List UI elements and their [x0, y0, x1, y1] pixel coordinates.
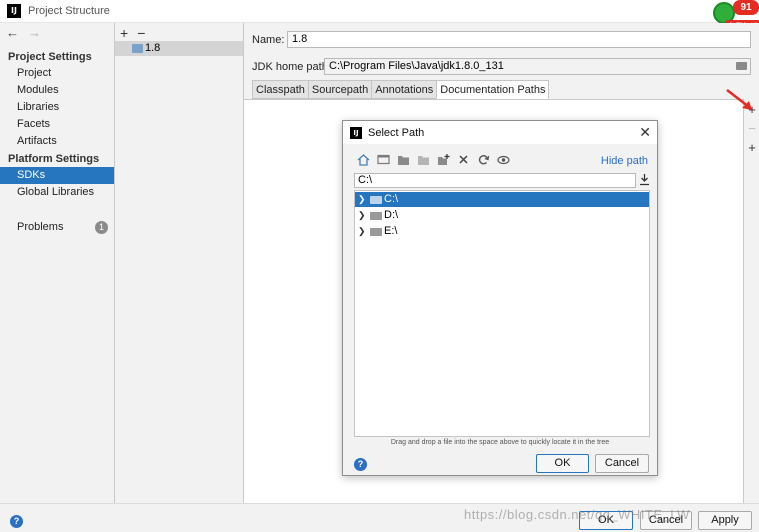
desktop-icon[interactable] [377, 154, 390, 166]
jdk-home-path-value: C:\Program Files\Java\jdk1.8.0_131 [329, 60, 504, 72]
window-titlebar: IJ Project Structure [0, 0, 759, 23]
dialog-intellij-icon: IJ [350, 126, 362, 139]
sdk-list-pane: + − 1.8 [115, 23, 244, 503]
jdk-folder-icon [132, 44, 143, 53]
refresh-icon[interactable] [477, 154, 490, 166]
nav-item-problems[interactable]: Problems 1 [0, 219, 114, 236]
dialog-toolbar [357, 154, 510, 166]
specify-url-button[interactable]: + [748, 141, 756, 155]
intellij-logo-icon: IJ [7, 4, 21, 18]
tree-row-label: E:\ [384, 225, 398, 237]
sdk-toolbar: + − [120, 25, 145, 41]
dialog-titlebar: IJ Select Path ✕ [343, 121, 657, 144]
close-icon[interactable]: ✕ [639, 124, 651, 141]
nav-item-project[interactable]: Project [0, 65, 114, 82]
nav-item-sdks[interactable]: SDKs [0, 167, 114, 184]
watermark: https://blog.csdn.net/qq_WHITE_LW [464, 507, 690, 522]
drag-drop-hint: Drag and drop a file into the space abov… [390, 439, 610, 446]
chevron-right-icon[interactable]: ❯ [358, 224, 366, 239]
tab-documentation-paths[interactable]: Documentation Paths [436, 80, 550, 99]
dialog-help-button[interactable]: ? [354, 458, 367, 471]
file-tree[interactable]: ❯ C:\ ❯ D:\ ❯ E:\ [354, 190, 650, 437]
apply-button[interactable]: Apply [698, 511, 752, 530]
delete-icon[interactable] [457, 154, 470, 166]
problems-count-badge: 1 [95, 221, 108, 234]
drive-icon [370, 196, 382, 204]
nav-item-artifacts[interactable]: Artifacts [0, 133, 114, 150]
module-icon[interactable] [417, 154, 430, 166]
sdk-list-item[interactable]: 1.8 [115, 41, 243, 56]
booster-count: 91 [733, 0, 759, 15]
tab-annotations[interactable]: Annotations [371, 80, 437, 99]
home-icon[interactable] [357, 154, 370, 166]
settings-nav: ← → Project Settings Project Modules Lib… [0, 23, 115, 503]
sdk-name-input[interactable]: 1.8 [287, 31, 751, 48]
nav-item-libraries[interactable]: Libraries [0, 99, 114, 116]
show-hidden-icon[interactable] [497, 154, 510, 166]
name-label: Name: [252, 34, 285, 46]
nav-item-facets[interactable]: Facets [0, 116, 114, 133]
forward-arrow-icon[interactable]: → [28, 25, 41, 40]
path-input[interactable]: C:\ [354, 173, 636, 188]
drive-icon [370, 228, 382, 236]
dialog-cancel-button[interactable]: Cancel [595, 454, 649, 473]
dialog-title: Select Path [368, 126, 425, 139]
nav-item-modules[interactable]: Modules [0, 82, 114, 99]
drive-icon [370, 212, 382, 220]
tree-row-c-drive[interactable]: ❯ C:\ [355, 192, 649, 207]
chevron-right-icon[interactable]: ❯ [358, 192, 366, 207]
select-path-dialog: IJ Select Path ✕ Hide path C:\ ❯ C:\ ❯ D… [342, 120, 658, 476]
annotation-arrow-icon [726, 89, 752, 110]
sdk-tabs: Classpath Sourcepath Annotations Documen… [252, 80, 550, 99]
jdk-home-path-label: JDK home path: [252, 61, 331, 73]
help-button[interactable]: ? [10, 515, 23, 528]
nav-history: ← → [6, 25, 41, 40]
remove-path-button[interactable]: − [748, 122, 756, 136]
browse-folder-icon[interactable] [736, 62, 747, 70]
nav-section-project-settings: Project Settings [8, 51, 92, 63]
tree-row-e-drive[interactable]: ❯ E:\ [355, 224, 649, 239]
chevron-right-icon[interactable]: ❯ [358, 208, 366, 223]
doc-paths-toolbar: + − + [745, 99, 759, 503]
sdk-item-label: 1.8 [145, 42, 161, 54]
new-folder-icon[interactable] [437, 154, 450, 166]
tab-sourcepath[interactable]: Sourcepath [307, 80, 372, 99]
download-icon[interactable] [639, 173, 650, 186]
tab-classpath[interactable]: Classpath [252, 80, 308, 99]
remove-sdk-button[interactable]: − [137, 25, 145, 41]
project-icon[interactable] [397, 154, 410, 166]
dialog-ok-button[interactable]: OK [536, 454, 589, 473]
problems-label: Problems [17, 221, 64, 233]
tree-row-label: D:\ [384, 209, 399, 221]
tree-row-label: C:\ [384, 193, 399, 205]
add-sdk-button[interactable]: + [120, 25, 128, 41]
nav-section-platform-settings: Platform Settings [8, 153, 100, 165]
window-title: Project Structure [28, 5, 110, 17]
nav-item-global-libraries[interactable]: Global Libraries [0, 184, 114, 201]
jdk-home-path-field[interactable]: C:\Program Files\Java\jdk1.8.0_131 [324, 58, 751, 75]
back-arrow-icon[interactable]: ← [6, 25, 19, 40]
tree-row-d-drive[interactable]: ❯ D:\ [355, 208, 649, 223]
hide-path-link[interactable]: Hide path [601, 155, 648, 167]
